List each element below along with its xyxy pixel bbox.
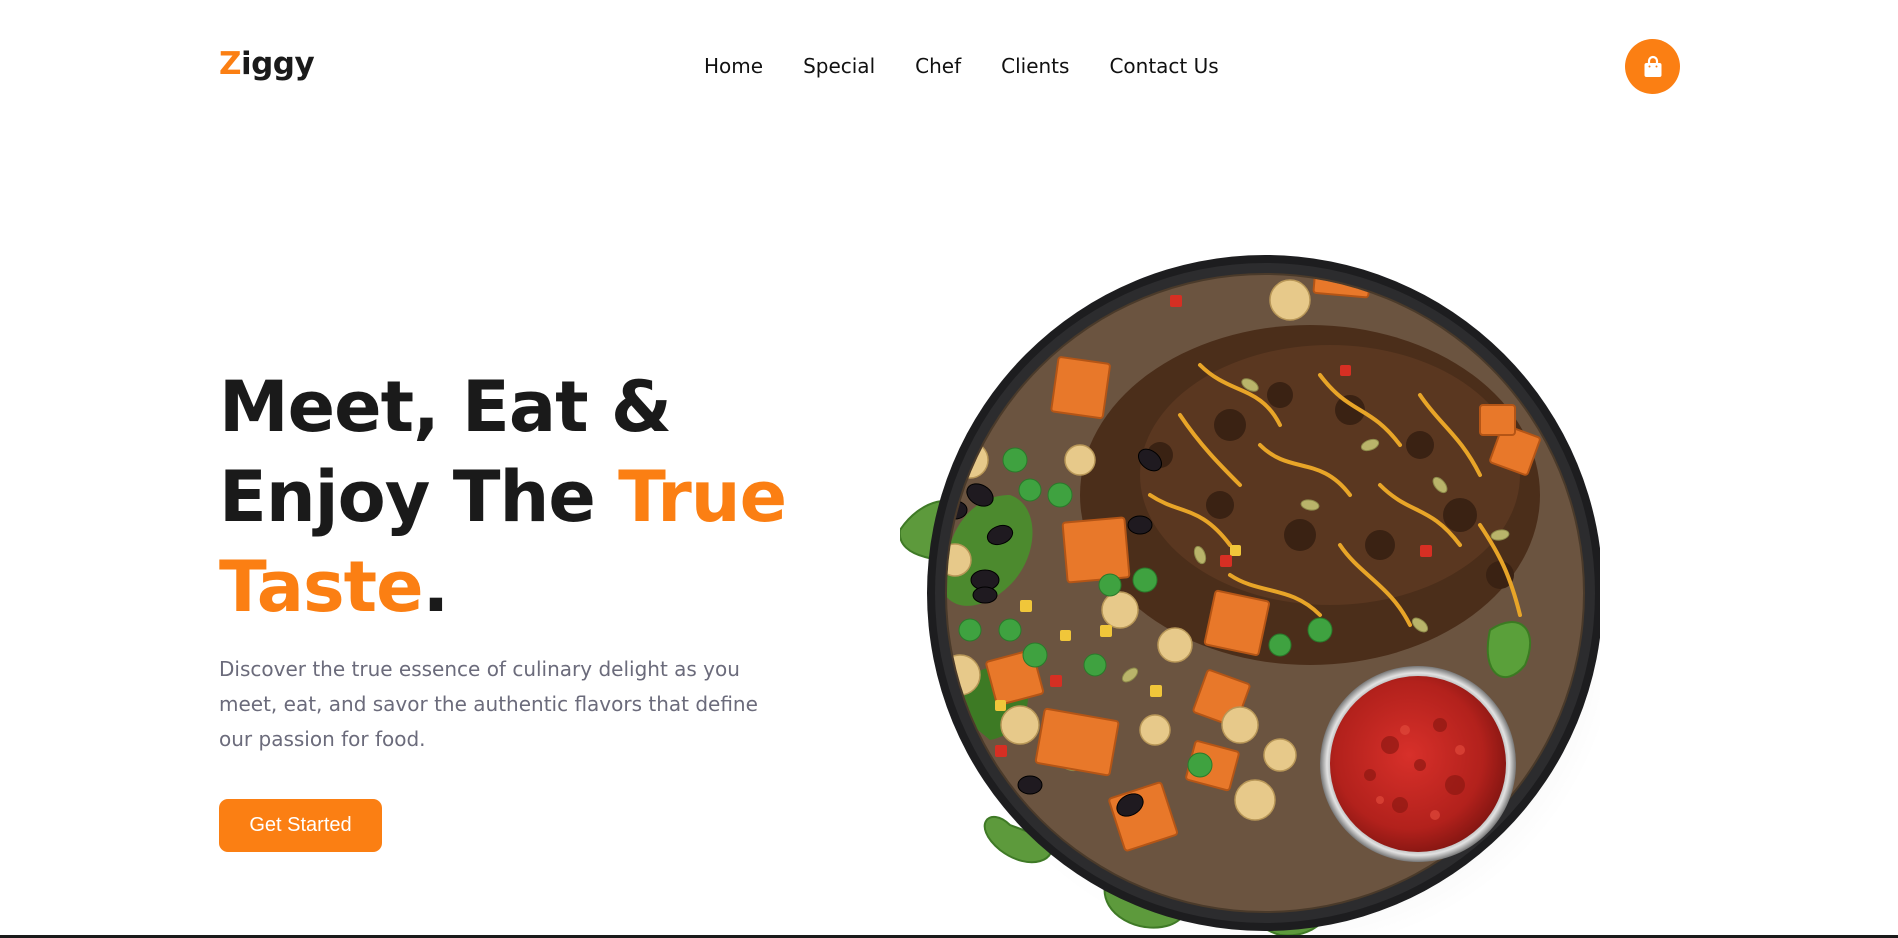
logo[interactable]: Ziggy	[219, 46, 315, 82]
hero-title-accent-taste: Taste	[219, 546, 424, 628]
hero-title-line2: Enjoy The	[219, 456, 619, 538]
nav-home[interactable]: Home	[704, 54, 763, 78]
cart-button[interactable]	[1625, 39, 1680, 94]
hero-title: Meet, Eat & Enjoy The True Taste.	[219, 362, 787, 632]
main-nav: Home Special Chef Clients Contact Us	[704, 54, 1219, 78]
hero-title-accent-true: True	[618, 456, 787, 538]
hero-description: Discover the true essence of culinary de…	[219, 657, 758, 751]
shopping-bag-icon	[1644, 55, 1661, 77]
food-bowl-image	[900, 255, 1600, 938]
logo-rest: iggy	[240, 46, 315, 82]
get-started-button[interactable]: Get Started	[219, 799, 382, 852]
hero-title-period: .	[422, 546, 450, 628]
logo-initial: Z	[219, 46, 241, 82]
hero-title-line1: Meet, Eat &	[219, 366, 672, 448]
nav-special[interactable]: Special	[803, 54, 875, 78]
nav-clients[interactable]: Clients	[1001, 54, 1069, 78]
page: Ziggy Home Special Chef Clients Contact …	[0, 0, 1898, 938]
nav-chef[interactable]: Chef	[915, 54, 961, 78]
nav-contact-us[interactable]: Contact Us	[1109, 54, 1218, 78]
